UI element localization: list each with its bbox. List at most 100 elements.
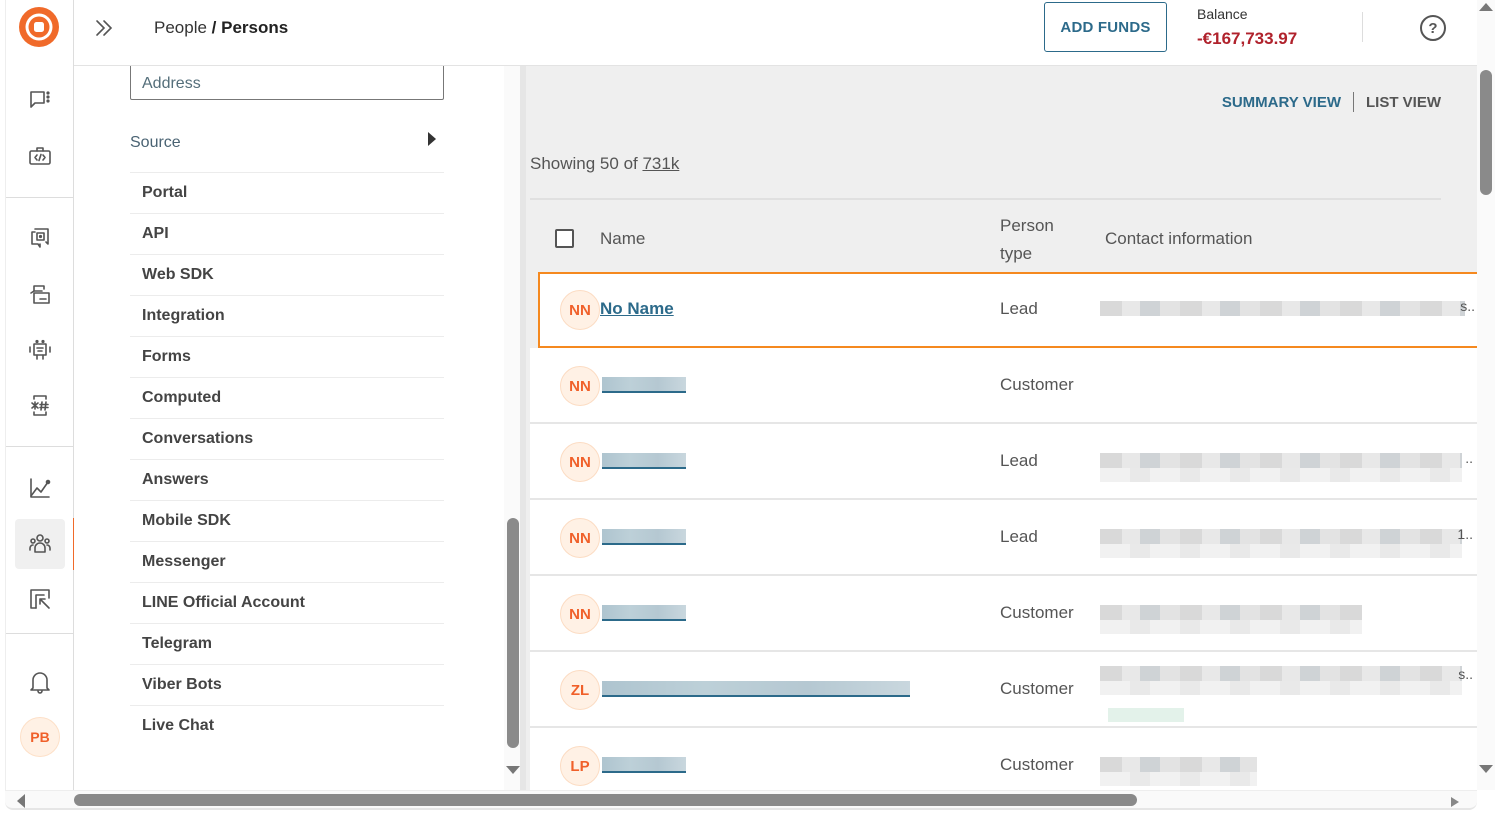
brand-logo-icon[interactable]	[19, 7, 59, 47]
source-item-conversations[interactable]: Conversations	[130, 418, 444, 459]
contact-info-redacted	[1100, 301, 1465, 316]
address-filter-input[interactable]: Address	[130, 66, 444, 100]
scroll-left-arrow-icon[interactable]	[17, 794, 25, 808]
breadcrumb-separator: /	[206, 18, 222, 37]
rail-divider	[6, 633, 74, 634]
chatbots-icon	[29, 339, 51, 360]
user-avatar[interactable]: PB	[20, 717, 60, 757]
help-icon[interactable]: ?	[1420, 15, 1446, 41]
contact-info-redacted	[1100, 681, 1462, 695]
person-name-link-redacted[interactable]	[602, 529, 686, 545]
person-avatar: ZL	[560, 670, 600, 710]
select-all-checkbox[interactable]	[555, 229, 574, 248]
results-count: Showing 50 of 731k	[530, 154, 679, 174]
rail-item-analyze[interactable]	[15, 463, 65, 513]
rail-item-developer-tools[interactable]	[15, 131, 65, 181]
rail-item-people[interactable]	[15, 519, 65, 569]
table-row[interactable]: NN Lead ..	[530, 424, 1477, 500]
column-header-person-type[interactable]: Person type	[1000, 212, 1070, 268]
table-row[interactable]: NN Customer	[530, 576, 1477, 652]
source-item-line-official-account[interactable]: LINE Official Account	[130, 582, 444, 623]
results-count-prefix: Showing 50 of	[530, 154, 643, 173]
rail-item-conversations[interactable]	[15, 75, 65, 125]
contact-info-redacted	[1100, 468, 1462, 482]
source-item-viber-bots[interactable]: Viber Bots	[130, 664, 444, 705]
contact-truncated: s..	[1460, 298, 1475, 314]
results-total-link[interactable]: 731k	[642, 154, 679, 173]
rail-item-answers[interactable]	[15, 213, 65, 263]
rail-item-moments[interactable]	[15, 269, 65, 319]
person-avatar: NN	[560, 366, 600, 406]
person-type: Lead	[1000, 299, 1038, 318]
contact-info-redacted	[1100, 772, 1257, 786]
column-header-name[interactable]: Name	[600, 229, 645, 249]
person-name-link-redacted[interactable]	[602, 377, 686, 393]
person-name-link-redacted[interactable]	[602, 605, 686, 621]
source-list: Portal API Web SDK Integration Forms Com…	[130, 172, 444, 746]
scroll-right-arrow-icon[interactable]	[1451, 797, 1459, 807]
scrollbar-thumb[interactable]	[507, 518, 519, 748]
source-item-telegram[interactable]: Telegram	[130, 623, 444, 664]
person-avatar: LP	[560, 746, 600, 786]
view-toggle-separator	[1353, 92, 1354, 112]
table-row[interactable]: NN Customer	[530, 348, 1477, 424]
conversations-icon	[30, 91, 50, 108]
rail-divider	[6, 446, 74, 447]
scroll-down-arrow-icon[interactable]	[1479, 765, 1493, 773]
header-divider	[1362, 12, 1363, 42]
person-avatar: NN	[560, 518, 600, 558]
breadcrumb-current: Persons	[221, 18, 289, 37]
source-label: Source	[130, 134, 181, 151]
table-row[interactable]: NN Lead 1..	[530, 500, 1477, 576]
list-view-tab[interactable]: LIST VIEW	[1366, 94, 1441, 111]
scroll-down-arrow-icon[interactable]	[506, 766, 520, 774]
summary-view-tab[interactable]: SUMMARY VIEW	[1222, 94, 1341, 111]
person-name-link[interactable]: No Name	[600, 299, 674, 319]
contact-info-redacted	[1100, 620, 1362, 634]
source-item-api[interactable]: API	[130, 213, 444, 254]
exports-icon	[30, 589, 50, 609]
main-vertical-scrollbar[interactable]	[1477, 0, 1495, 790]
source-item-computed[interactable]: Computed	[130, 377, 444, 418]
person-type: Customer	[1000, 679, 1074, 698]
contact-truncated: ..	[1465, 450, 1473, 466]
scrollbar-thumb[interactable]	[1480, 70, 1492, 195]
table-body: NN No Name Lead s.. NN Customer NN Lead …	[530, 272, 1477, 790]
table-row[interactable]: ZL Customer s..	[530, 652, 1477, 728]
table-header: Name Person type Contact information	[530, 200, 1477, 272]
scroll-up-arrow-icon[interactable]	[1479, 3, 1493, 11]
rail-divider	[6, 197, 74, 198]
person-name-link-redacted[interactable]	[602, 453, 686, 469]
rail-item-numbers[interactable]	[15, 380, 65, 430]
rail-item-chatbots[interactable]	[15, 325, 65, 375]
source-item-integration[interactable]: Integration	[130, 295, 444, 336]
contact-info-redacted	[1100, 544, 1462, 558]
person-name-link-redacted[interactable]	[602, 757, 686, 773]
source-item-web-sdk[interactable]: Web SDK	[130, 254, 444, 295]
source-item-portal[interactable]: Portal	[130, 172, 444, 213]
column-header-contact[interactable]: Contact information	[1105, 229, 1252, 249]
table-row[interactable]: LP Customer	[530, 728, 1477, 790]
filters-panel: Address Source Portal API Web SDK Integr…	[74, 66, 524, 790]
analyze-icon	[30, 478, 51, 498]
person-name-link-redacted[interactable]	[602, 681, 910, 697]
breadcrumb-parent[interactable]: People	[154, 18, 207, 37]
rail-item-notifications[interactable]	[15, 657, 65, 707]
person-type: Lead	[1000, 527, 1038, 546]
contact-tag-redacted	[1108, 708, 1184, 722]
horizontal-scrollbar[interactable]	[5, 790, 1477, 810]
person-avatar: NN	[560, 290, 600, 330]
source-item-answers[interactable]: Answers	[130, 459, 444, 500]
moments-icon	[30, 285, 50, 304]
rail-item-exports[interactable]	[15, 574, 65, 624]
table-row[interactable]: NN No Name Lead s..	[538, 272, 1477, 348]
person-avatar: NN	[560, 594, 600, 634]
source-item-mobile-sdk[interactable]: Mobile SDK	[130, 500, 444, 541]
scrollbar-thumb[interactable]	[74, 794, 1137, 806]
source-item-live-chat[interactable]: Live Chat	[130, 705, 444, 746]
source-filter-toggle[interactable]: Source	[130, 132, 444, 172]
source-item-messenger[interactable]: Messenger	[130, 541, 444, 582]
source-item-forms[interactable]: Forms	[130, 336, 444, 377]
expand-sidebar-icon[interactable]	[92, 16, 116, 40]
add-funds-button[interactable]: ADD FUNDS	[1044, 2, 1167, 52]
